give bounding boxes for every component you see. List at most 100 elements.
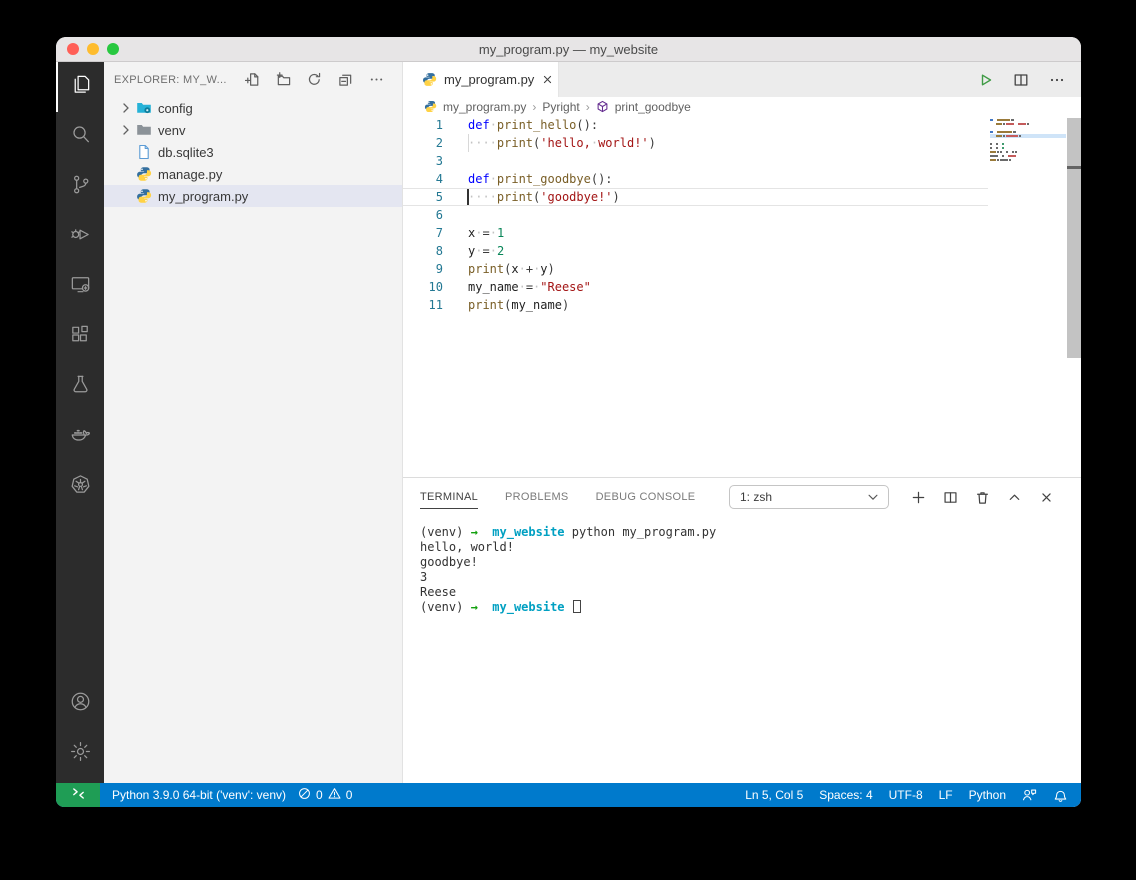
token: ·	[519, 262, 526, 276]
breadcrumb-symbol[interactable]: print_goodbye	[615, 100, 691, 114]
code-line-8[interactable]: 8y·=·2	[403, 242, 988, 260]
minimap-segment	[1006, 123, 1014, 125]
close-panel-icon[interactable]	[1039, 490, 1054, 505]
code-line-3[interactable]: 3	[403, 152, 988, 170]
editor-scrollbar[interactable]	[1067, 118, 1081, 358]
minimap-segment	[1000, 151, 1002, 153]
run-debug-icon	[69, 223, 92, 251]
cursor-position[interactable]: Ln 5, Col 5	[745, 788, 803, 802]
minimap[interactable]	[990, 119, 1066, 163]
minimap-segment	[1013, 131, 1016, 133]
error-count: 0	[316, 788, 323, 802]
activity-testing[interactable]	[56, 362, 104, 412]
code-line-5[interactable]: 5····print('goodbye!')	[403, 188, 988, 206]
token: ·	[519, 280, 526, 294]
problems-indicator[interactable]: 0 0	[298, 787, 352, 803]
eol-indicator[interactable]: LF	[939, 788, 953, 802]
code-text: my_name·=·"Reese"	[468, 278, 591, 296]
maximize-panel-icon[interactable]	[1007, 490, 1022, 505]
code-editor[interactable]: 1def·print_hello():2····print('hello,·wo…	[403, 116, 1081, 477]
zoom-window-button[interactable]	[107, 43, 119, 55]
folder-icon	[136, 122, 152, 138]
activity-source-control[interactable]	[56, 162, 104, 212]
code-text: ····print('hello,·world!')	[468, 134, 656, 152]
panel-tab-problems[interactable]: PROBLEMS	[505, 478, 569, 516]
split-terminal-icon[interactable]	[943, 490, 958, 505]
split-editor-icon[interactable]	[1013, 72, 1029, 88]
panel-tab-debug-console[interactable]: DEBUG CONSOLE	[596, 478, 696, 516]
minimap-segment	[1003, 123, 1005, 125]
editor-group: my_program.py my_program.py › Pyright › …	[403, 62, 1081, 783]
tree-item-manage.py[interactable]: manage.py	[104, 163, 402, 185]
remote-indicator[interactable]	[56, 783, 100, 807]
activity-search[interactable]	[56, 112, 104, 162]
terminal-token	[478, 525, 492, 539]
code-line-10[interactable]: 10my_name·=·"Reese"	[403, 278, 988, 296]
minimap-line	[990, 147, 1066, 149]
activity-run-debug[interactable]	[56, 212, 104, 262]
tab-my-program[interactable]: my_program.py	[403, 62, 559, 97]
language-mode[interactable]: Python	[969, 788, 1006, 802]
new-file-icon[interactable]	[244, 72, 260, 88]
indentation[interactable]: Spaces: 4	[819, 788, 872, 802]
token: 'hello,	[540, 136, 591, 150]
minimap-line	[990, 159, 1066, 161]
tree-item-venv[interactable]: venv	[104, 119, 402, 141]
tree-item-config[interactable]: config	[104, 97, 402, 119]
run-icon[interactable]	[977, 72, 993, 88]
encoding[interactable]: UTF-8	[889, 788, 923, 802]
minimap-line	[990, 135, 1066, 137]
remote-explorer-icon	[69, 273, 92, 301]
new-folder-icon[interactable]	[275, 72, 291, 88]
activity-explorer[interactable]	[56, 62, 104, 112]
tab-close-icon[interactable]	[541, 73, 554, 86]
terminal-output[interactable]: (venv) → my_website python my_program.py…	[403, 516, 1081, 783]
code-line-4[interactable]: 4def·print_goodbye():	[403, 170, 988, 188]
tree-item-my_program.py[interactable]: my_program.py	[104, 185, 402, 207]
terminal-select[interactable]: 1: zsh	[729, 485, 889, 509]
titlebar[interactable]: my_program.py — my_website	[56, 37, 1081, 62]
more-icon[interactable]	[368, 72, 384, 88]
more-icon[interactable]	[1049, 72, 1065, 88]
breadcrumb-section[interactable]: Pyright	[542, 100, 579, 114]
code-line-11[interactable]: 11print(my_name)	[403, 296, 988, 314]
token: 1	[497, 226, 504, 240]
refresh-icon[interactable]	[306, 72, 322, 88]
breadcrumb-file[interactable]: my_program.py	[443, 100, 526, 114]
window-title: my_program.py — my_website	[56, 42, 1081, 57]
python-interpreter[interactable]: Python 3.9.0 64-bit ('venv': venv)	[100, 788, 298, 802]
collapse-all-icon[interactable]	[337, 72, 353, 88]
code-line-1[interactable]: 1def·print_hello():	[403, 116, 988, 134]
feedback-icon[interactable]	[1022, 788, 1037, 803]
notifications-bell-icon[interactable]	[1053, 788, 1068, 803]
code-line-7[interactable]: 7x·=·1	[403, 224, 988, 242]
status-bar: Python 3.9.0 64-bit ('venv': venv) 0 0 L…	[56, 783, 1081, 807]
code-line-9[interactable]: 9print(x·+·y)	[403, 260, 988, 278]
token: print	[497, 136, 533, 150]
terminal-token: (venv)	[420, 600, 471, 614]
minimize-window-button[interactable]	[87, 43, 99, 55]
minimap-segment	[1006, 151, 1008, 153]
token: )	[613, 190, 620, 204]
activity-kubernetes[interactable]	[56, 462, 104, 512]
activity-account[interactable]	[56, 679, 104, 729]
docker-icon	[69, 423, 92, 451]
new-terminal-icon[interactable]	[911, 490, 926, 505]
token: ····	[468, 136, 497, 150]
activity-settings[interactable]	[56, 729, 104, 779]
panel-tab-terminal[interactable]: TERMINAL	[420, 478, 478, 516]
tree-item-db.sqlite3[interactable]: db.sqlite3	[104, 141, 402, 163]
breadcrumb-separator: ›	[532, 100, 536, 114]
code-line-6[interactable]: 6	[403, 206, 988, 224]
token: print	[468, 262, 504, 276]
activity-docker[interactable]	[56, 412, 104, 462]
token: print_goodbye	[497, 172, 591, 186]
account-icon	[69, 690, 92, 718]
activity-remote-explorer[interactable]	[56, 262, 104, 312]
code-line-2[interactable]: 2····print('hello,·world!')	[403, 134, 988, 152]
activity-extensions[interactable]	[56, 312, 104, 362]
minimap-line	[990, 155, 1066, 157]
kill-terminal-icon[interactable]	[975, 490, 990, 505]
close-window-button[interactable]	[67, 43, 79, 55]
explorer-header: EXPLORER: MY_W...	[104, 62, 402, 97]
